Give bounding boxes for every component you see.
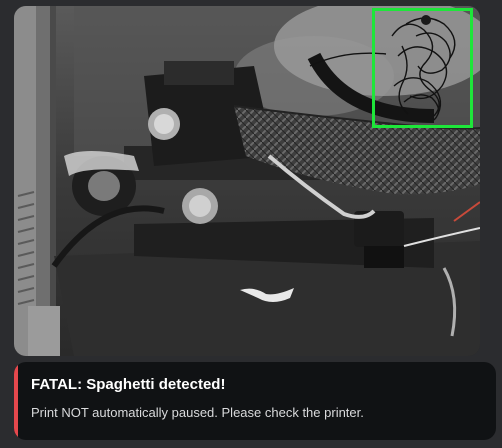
spaghetti-alert-card: FATAL: Spaghetti detected! Print NOT aut… [0,0,502,448]
alert-accent-bar [14,362,18,440]
alert-message: Print NOT automatically paused. Please c… [31,405,364,420]
alert-title: FATAL: Spaghetti detected! [31,376,226,393]
fatal-alert-banner: FATAL: Spaghetti detected! Print NOT aut… [14,362,496,440]
camera-snapshot [14,6,480,356]
spaghetti-detection-box [372,8,473,128]
